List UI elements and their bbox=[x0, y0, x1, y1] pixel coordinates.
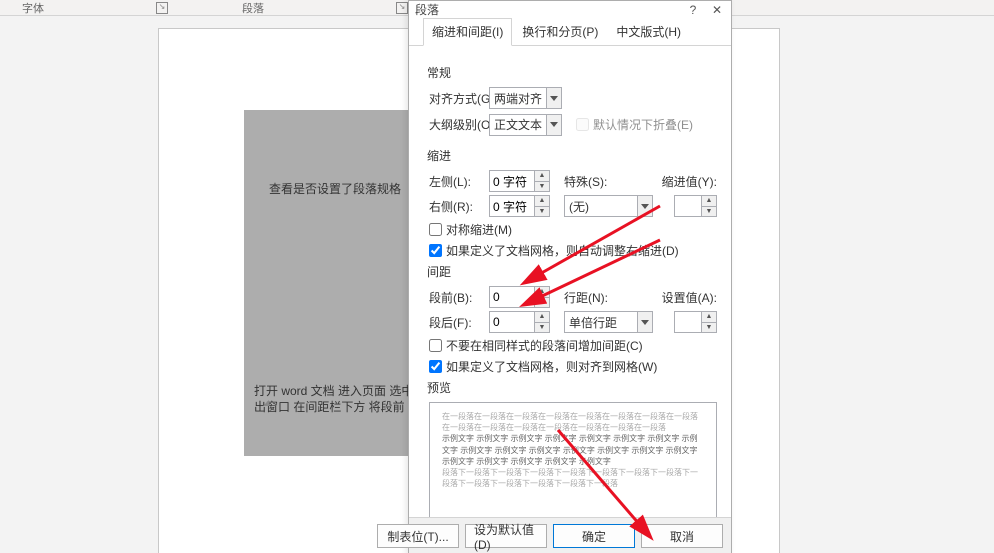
no-space-same-style-label: 不要在相同样式的段落间增加间距(C) bbox=[446, 337, 643, 354]
snap-to-grid-label: 如果定义了文档网格，则对齐到网格(W) bbox=[446, 358, 657, 375]
space-after-spinner[interactable]: ▲▼ bbox=[489, 311, 550, 333]
right-indent-label: 右侧(R): bbox=[429, 198, 489, 215]
mirror-indents-input[interactable] bbox=[429, 223, 442, 236]
collapsed-checkbox-input bbox=[576, 118, 589, 131]
line-spacing-label: 行距(N): bbox=[564, 289, 616, 306]
chevron-down-icon[interactable] bbox=[546, 115, 561, 135]
spin-up-icon[interactable]: ▲ bbox=[535, 171, 549, 182]
mirror-indents-label: 对称缩进(M) bbox=[446, 221, 512, 238]
alignment-label: 对齐方式(G): bbox=[429, 90, 489, 107]
spin-down-icon[interactable]: ▼ bbox=[535, 298, 549, 308]
no-space-same-style-input[interactable] bbox=[429, 339, 442, 352]
set-default-button[interactable]: 设为默认值(D) bbox=[465, 524, 547, 548]
collapsed-by-default-checkbox[interactable]: 默认情况下折叠(E) bbox=[576, 116, 693, 133]
selection-highlight bbox=[244, 110, 408, 134]
space-before-label: 段前(B): bbox=[429, 289, 489, 306]
space-before-spinner[interactable]: ▲▼ bbox=[489, 286, 550, 308]
dialog-button-bar: 制表位(T)... 设为默认值(D) 确定 取消 bbox=[409, 517, 731, 553]
preview-text: 示例文字 示例文字 示例文字 示例文字 示例文字 示例文字 示例文字 示例文字 … bbox=[442, 433, 704, 467]
indent-at-input[interactable] bbox=[675, 196, 701, 216]
outline-level-label: 大纲级别(O): bbox=[429, 116, 489, 133]
snap-to-grid-checkbox[interactable]: 如果定义了文档网格，则对齐到网格(W) bbox=[429, 358, 717, 375]
help-icon[interactable]: ? bbox=[683, 1, 703, 19]
spin-up-icon[interactable]: ▲ bbox=[535, 287, 549, 298]
indent-at-label: 缩进值(Y): bbox=[661, 173, 717, 190]
spacing-at-input[interactable] bbox=[675, 312, 701, 332]
no-space-same-style-checkbox[interactable]: 不要在相同样式的段落间增加间距(C) bbox=[429, 337, 717, 354]
dialog-title: 段落 bbox=[415, 3, 439, 17]
ribbon-group-paragraph: 段落 ↘ bbox=[170, 0, 410, 15]
spin-down-icon[interactable]: ▼ bbox=[535, 182, 549, 192]
collapsed-label: 默认情况下折叠(E) bbox=[593, 116, 693, 133]
auto-adjust-label: 如果定义了文档网格，则自动调整右缩进(D) bbox=[446, 242, 679, 259]
special-indent-value: (无) bbox=[565, 198, 637, 215]
paragraph-dialog-launcher-icon[interactable]: ↘ bbox=[396, 2, 408, 14]
section-indent: 缩进 bbox=[427, 147, 717, 164]
spin-down-icon[interactable]: ▼ bbox=[535, 323, 549, 333]
close-icon[interactable]: ✕ bbox=[707, 1, 727, 19]
section-preview: 预览 bbox=[427, 379, 717, 396]
spacing-at-label: 设置值(A): bbox=[661, 289, 717, 306]
doc-text-line: 出窗口 在间距栏下方 将段前 bbox=[254, 398, 405, 415]
special-indent-combo[interactable]: (无) bbox=[564, 195, 653, 217]
ribbon-group-font: 字体 ↘ bbox=[0, 0, 170, 15]
chevron-down-icon[interactable] bbox=[637, 196, 652, 216]
spacing-at-spinner[interactable]: ▲▼ bbox=[674, 311, 717, 333]
preview-pane: 在一段落在一段落在一段落在一段落在一段落在一段落在一段落在一段落在一段落在一段落… bbox=[429, 402, 717, 532]
space-after-label: 段后(F): bbox=[429, 314, 489, 331]
outline-level-value: 正文文本 bbox=[490, 116, 546, 133]
tab-indent-spacing[interactable]: 缩进和间距(I) bbox=[423, 18, 512, 46]
auto-adjust-right-indent-checkbox[interactable]: 如果定义了文档网格，则自动调整右缩进(D) bbox=[429, 242, 717, 259]
left-indent-label: 左侧(L): bbox=[429, 173, 489, 190]
auto-adjust-input[interactable] bbox=[429, 244, 442, 257]
right-indent-spinner[interactable]: ▲▼ bbox=[489, 195, 550, 217]
alignment-value: 两端对齐 bbox=[490, 90, 546, 107]
ribbon-group-font-label: 字体 bbox=[22, 0, 82, 16]
spin-down-icon[interactable]: ▼ bbox=[535, 207, 549, 217]
outline-level-combo[interactable]: 正文文本 bbox=[489, 114, 562, 136]
ok-button[interactable]: 确定 bbox=[553, 524, 635, 548]
space-before-input[interactable] bbox=[490, 287, 534, 307]
spin-down-icon[interactable]: ▼ bbox=[702, 323, 716, 333]
left-indent-spinner[interactable]: ▲▼ bbox=[489, 170, 550, 192]
doc-text-line: 查看是否设置了段落规格 bbox=[269, 180, 401, 197]
mirror-indents-checkbox[interactable]: 对称缩进(M) bbox=[429, 221, 717, 238]
spin-up-icon[interactable]: ▲ bbox=[535, 312, 549, 323]
spin-up-icon[interactable]: ▲ bbox=[702, 196, 716, 207]
line-spacing-combo[interactable]: 单倍行距 bbox=[564, 311, 653, 333]
preview-text: 段落下一段落下一段落下一段落下一段落下一段落下一段落下一段落下一段落下一段落下一… bbox=[442, 467, 704, 489]
spin-down-icon[interactable]: ▼ bbox=[702, 207, 716, 217]
tabs-button[interactable]: 制表位(T)... bbox=[377, 524, 459, 548]
snap-to-grid-input[interactable] bbox=[429, 360, 442, 373]
ribbon-group-paragraph-label: 段落 bbox=[242, 0, 302, 16]
section-spacing: 间距 bbox=[427, 263, 717, 280]
line-spacing-value: 单倍行距 bbox=[565, 314, 637, 331]
cancel-button[interactable]: 取消 bbox=[641, 524, 723, 548]
chevron-down-icon[interactable] bbox=[546, 88, 561, 108]
chevron-down-icon[interactable] bbox=[637, 312, 652, 332]
indent-at-spinner[interactable]: ▲▼ bbox=[674, 195, 717, 217]
right-indent-input[interactable] bbox=[490, 196, 534, 216]
space-after-input[interactable] bbox=[490, 312, 534, 332]
section-general: 常规 bbox=[427, 64, 717, 81]
spin-up-icon[interactable]: ▲ bbox=[702, 312, 716, 323]
dialog-titlebar: 段落 ? ✕ bbox=[409, 1, 731, 19]
font-dialog-launcher-icon[interactable]: ↘ bbox=[156, 2, 168, 14]
tab-line-page-breaks[interactable]: 换行和分页(P) bbox=[514, 19, 606, 45]
left-indent-input[interactable] bbox=[490, 171, 534, 191]
dialog-tabs: 缩进和间距(I) 换行和分页(P) 中文版式(H) bbox=[409, 19, 731, 46]
special-indent-label: 特殊(S): bbox=[564, 173, 616, 190]
tab-asian-typography[interactable]: 中文版式(H) bbox=[608, 19, 689, 45]
doc-text-line: 打开 word 文档 进入页面 选中 bbox=[254, 382, 413, 399]
paragraph-dialog: 段落 ? ✕ 缩进和间距(I) 换行和分页(P) 中文版式(H) 常规 对齐方式… bbox=[408, 0, 732, 553]
spin-up-icon[interactable]: ▲ bbox=[535, 196, 549, 207]
resize-handle-icon bbox=[257, 394, 269, 406]
alignment-combo[interactable]: 两端对齐 bbox=[489, 87, 562, 109]
preview-text: 在一段落在一段落在一段落在一段落在一段落在一段落在一段落在一段落在一段落在一段落… bbox=[442, 411, 704, 433]
